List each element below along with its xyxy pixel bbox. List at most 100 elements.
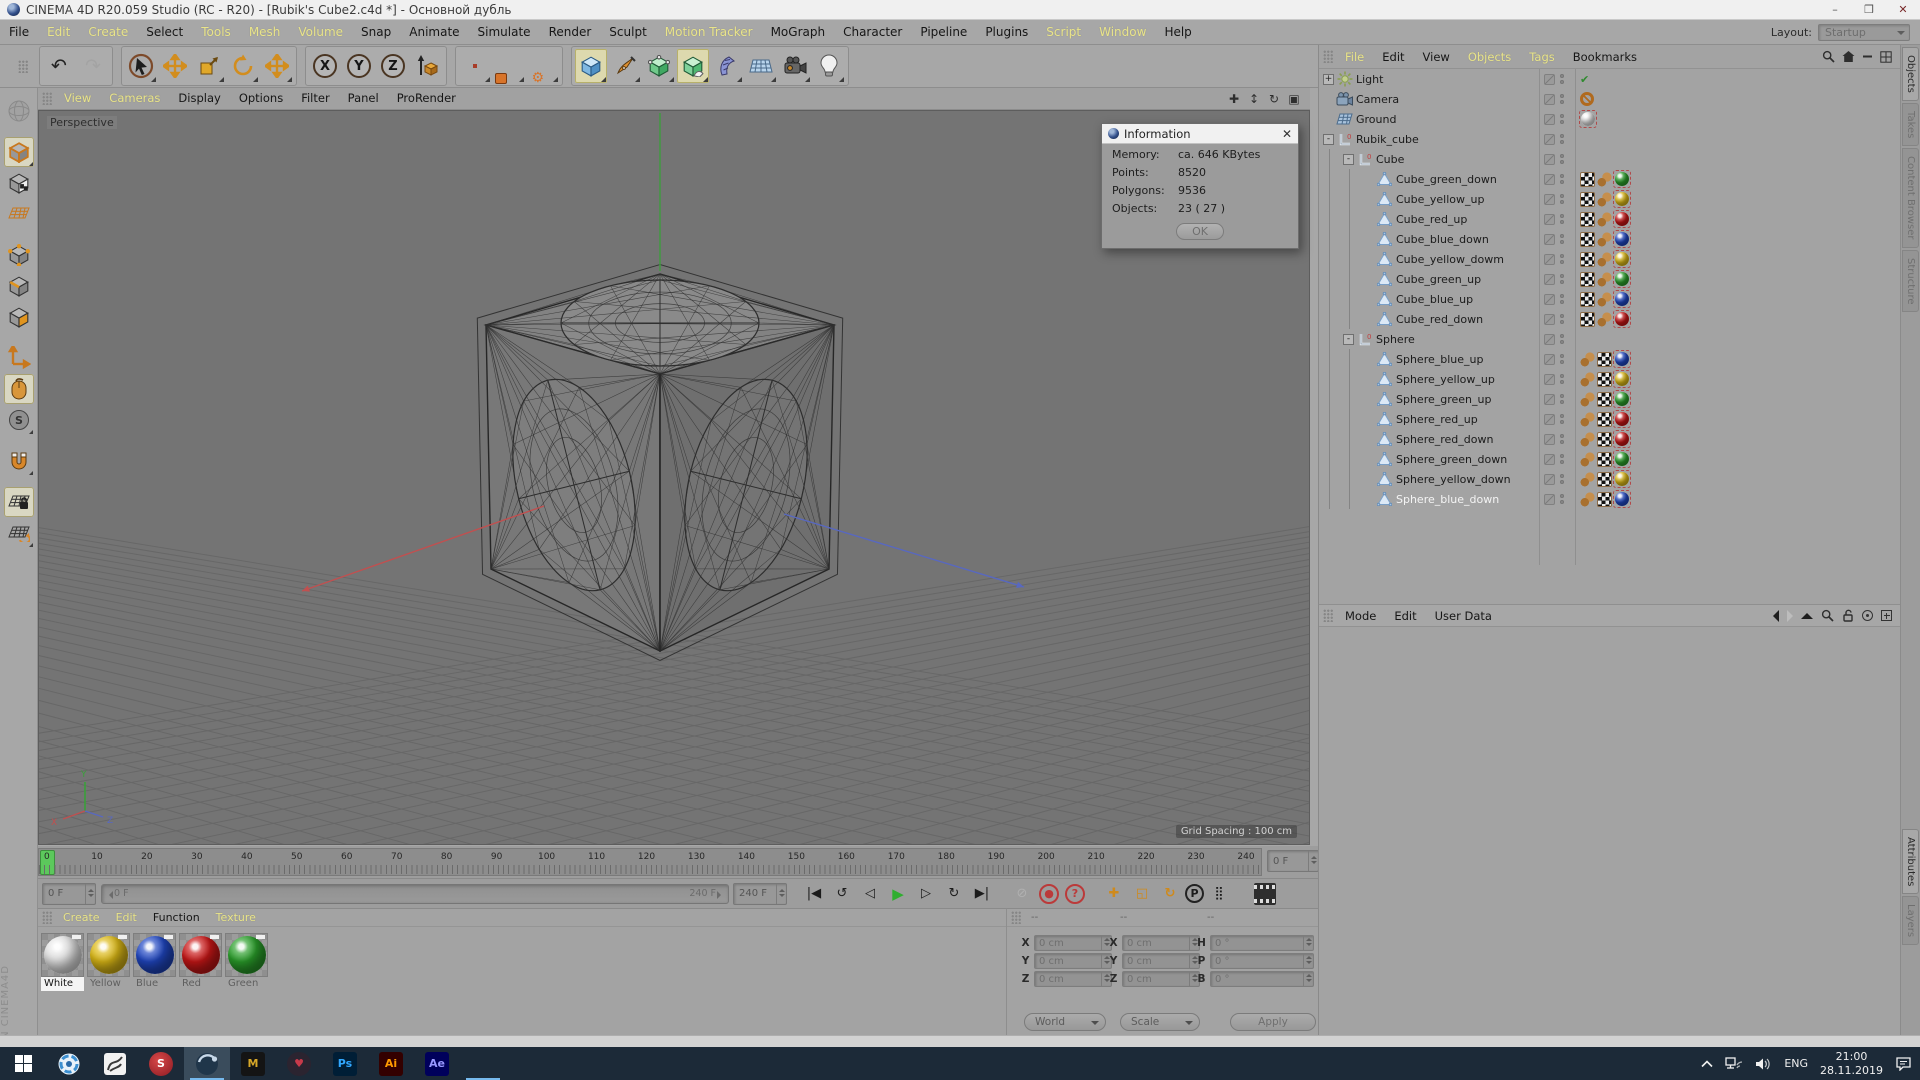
uvw-tag-icon[interactable] — [1580, 211, 1595, 227]
menu-volume[interactable]: Volume — [289, 20, 352, 44]
visibility-dots-icon[interactable] — [1560, 214, 1564, 224]
visibility-dots-icon[interactable] — [1560, 314, 1564, 324]
texture-tag-icon[interactable] — [1613, 250, 1631, 268]
uvw-tag-icon[interactable] — [1597, 351, 1612, 367]
visibility-dots-icon[interactable] — [1560, 394, 1564, 404]
range-end-spinner[interactable]: 240 F — [733, 882, 787, 905]
menu-snap[interactable]: Snap — [352, 20, 400, 44]
attribute-menu-edit[interactable]: Edit — [1385, 604, 1425, 628]
layer-square-icon[interactable] — [1544, 193, 1555, 205]
layer-square-icon[interactable] — [1544, 313, 1555, 325]
menu-tools[interactable]: Tools — [192, 20, 240, 44]
edges-mode-button[interactable] — [4, 271, 34, 301]
visibility-toggles[interactable] — [1544, 333, 1564, 345]
new-panel-icon[interactable] — [1881, 610, 1892, 621]
visibility-toggles[interactable] — [1544, 113, 1564, 125]
visibility-dots-icon[interactable] — [1560, 194, 1564, 204]
visibility-toggles[interactable] — [1544, 433, 1564, 445]
menu-mograph[interactable]: MoGraph — [762, 20, 835, 44]
material-yellow[interactable]: Yellow — [87, 933, 130, 993]
viewport-menu-options[interactable]: Options — [230, 88, 292, 109]
tree-row-cube-red-up[interactable]: Cube_red_up — [1319, 209, 1900, 229]
jump-start-button[interactable]: |◀ — [801, 882, 827, 906]
visibility-dots-icon[interactable] — [1560, 434, 1564, 444]
tab-attributes[interactable]: Attributes — [1902, 829, 1919, 895]
menu-animate[interactable]: Animate — [400, 20, 468, 44]
transform-mode-dropdown[interactable]: Scale — [1120, 1013, 1200, 1031]
layer-square-icon[interactable] — [1544, 73, 1555, 85]
coord-value-field[interactable]: 0 ° — [1210, 935, 1314, 951]
texture-tag-icon[interactable] — [1613, 230, 1631, 248]
visibility-dots-icon[interactable] — [1560, 354, 1564, 364]
workplane-rotate-button[interactable] — [4, 518, 34, 548]
apply-button[interactable]: Apply — [1230, 1013, 1316, 1031]
object-menu-view[interactable]: View — [1414, 45, 1459, 69]
tree-row-sphere-red-up[interactable]: Sphere_red_up — [1319, 409, 1900, 429]
material-menu-grip[interactable] — [42, 911, 52, 924]
language-indicator[interactable]: ENG — [1784, 1057, 1808, 1070]
viewport-menu-filter[interactable]: Filter — [292, 88, 338, 109]
layer-square-icon[interactable] — [1544, 393, 1555, 405]
find-icon[interactable] — [1822, 50, 1835, 63]
information-dialog-titlebar[interactable]: Information ✕ — [1102, 124, 1298, 144]
minimize-panel-icon[interactable] — [1862, 51, 1873, 62]
menu-help[interactable]: Help — [1155, 20, 1200, 44]
layer-square-icon[interactable] — [1544, 373, 1555, 385]
visibility-toggles[interactable] — [1544, 353, 1564, 365]
layer-square-icon[interactable] — [1544, 173, 1555, 185]
sds-weight-button[interactable] — [677, 49, 709, 83]
visibility-dots-icon[interactable] — [1560, 334, 1564, 344]
visibility-dots-icon[interactable] — [1560, 494, 1564, 504]
visibility-dots-icon[interactable] — [1560, 94, 1564, 104]
texture-tag-icon[interactable] — [1613, 350, 1631, 368]
tree-row-ground[interactable]: Ground — [1319, 109, 1900, 129]
tree-row-light[interactable]: + Light ✔ — [1319, 69, 1900, 89]
visibility-toggles[interactable] — [1544, 253, 1564, 265]
texture-tag-icon[interactable] — [1613, 190, 1631, 208]
menu-file[interactable]: File — [0, 20, 38, 44]
coord-value-field[interactable]: 0 ° — [1210, 953, 1314, 969]
uvw-tag-icon[interactable] — [1597, 491, 1612, 507]
phong-tag-icon[interactable] — [1580, 471, 1595, 487]
visibility-dots-icon[interactable] — [1560, 114, 1564, 124]
layer-square-icon[interactable] — [1544, 433, 1555, 445]
texture-tag-icon[interactable] — [1613, 430, 1631, 448]
lock-z-button[interactable]: Z — [377, 49, 409, 83]
workplane-mode-button[interactable] — [4, 199, 34, 229]
viewport-menu-cameras[interactable]: Cameras — [100, 88, 169, 109]
uvw-tag-icon[interactable] — [1597, 451, 1612, 467]
key-parameter-button[interactable]: P — [1185, 884, 1204, 903]
viewport-menu-panel[interactable]: Panel — [339, 88, 388, 109]
coord-value-field[interactable]: 0 cm — [1034, 953, 1112, 969]
uvw-tag-icon[interactable] — [1580, 251, 1595, 267]
coord-value-field[interactable]: 0 cm — [1034, 971, 1112, 987]
phong-tag-icon[interactable] — [1597, 271, 1612, 287]
lock-x-button[interactable]: X — [309, 49, 341, 83]
texture-tag-icon[interactable] — [1613, 490, 1631, 508]
taskbar-marmoset[interactable]: M — [230, 1047, 276, 1080]
model-mode-button[interactable] — [3, 137, 34, 167]
material-menu-create[interactable]: Create — [55, 909, 108, 926]
visibility-toggles[interactable] — [1544, 273, 1564, 285]
coord-value-field[interactable]: 0 ° — [1210, 971, 1314, 987]
play-forward-button[interactable]: ▶ — [885, 882, 911, 906]
ok-button[interactable]: OK — [1176, 223, 1224, 240]
uvw-tag-icon[interactable] — [1597, 371, 1612, 387]
visibility-toggles[interactable] — [1544, 233, 1564, 245]
range-start-spinner[interactable]: 0 F — [42, 882, 96, 905]
close-button[interactable]: ✕ — [1886, 0, 1920, 19]
network-icon[interactable] — [1725, 1056, 1743, 1071]
menu-pipeline[interactable]: Pipeline — [911, 20, 976, 44]
uvw-tag-icon[interactable] — [1597, 391, 1612, 407]
uvw-tag-icon[interactable] — [1580, 291, 1595, 307]
material-red[interactable]: Red — [179, 933, 222, 993]
object-menu-file[interactable]: File — [1336, 45, 1373, 69]
phong-tag-icon[interactable] — [1580, 391, 1595, 407]
material-menu-function[interactable]: Function — [145, 909, 208, 926]
live-selection-button[interactable] — [125, 49, 157, 83]
spinner-arrows-icon[interactable] — [1303, 972, 1313, 986]
parent-object-icon[interactable] — [1801, 612, 1813, 619]
tree-row-cube-green-down[interactable]: Cube_green_down — [1319, 169, 1900, 189]
taskbar-substance-painter[interactable]: S — [138, 1047, 184, 1080]
camera-button[interactable] — [779, 49, 811, 83]
